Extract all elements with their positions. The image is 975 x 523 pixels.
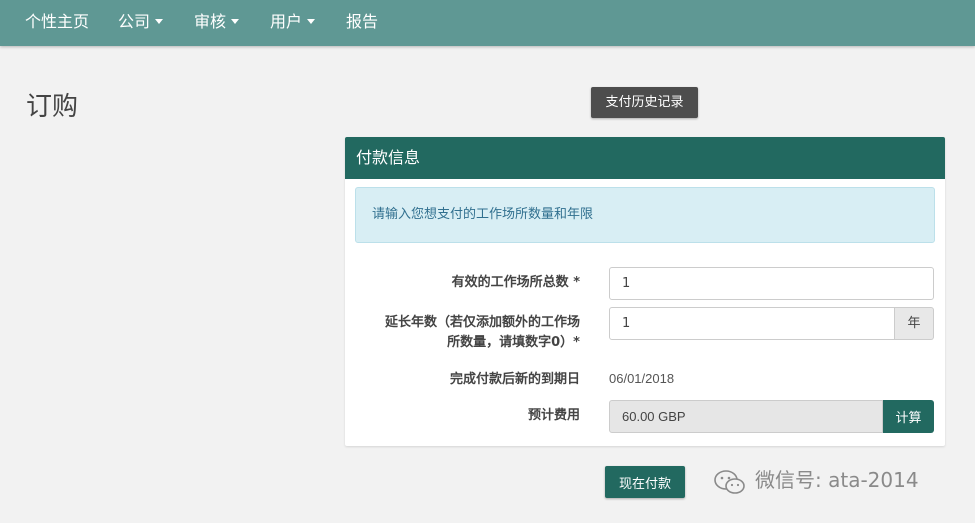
info-alert: 请输入您想支付的工作场所数量和年限 <box>355 187 935 243</box>
nav-item-company[interactable]: 公司 <box>118 0 164 46</box>
nav-item-users[interactable]: 用户 <box>270 0 316 46</box>
years-label-line2: 所数量，请填数字0）* <box>447 335 580 350</box>
payment-history-button[interactable]: 支付历史记录 <box>591 87 698 118</box>
nav-item-label: 审核 <box>194 12 227 31</box>
nav-item-profile[interactable]: 个性主页 <box>25 0 89 46</box>
panel-title: 付款信息 <box>356 148 421 167</box>
watermark-text: 微信号: ata-2014 <box>755 468 919 492</box>
years-label-line1: 延长年数（若仅添加额外的工作场 <box>384 315 580 330</box>
caret-down-icon <box>307 19 316 24</box>
calculate-button[interactable]: 计算 <box>883 400 934 433</box>
nav-item-label: 报告 <box>346 12 379 31</box>
caret-down-icon <box>231 19 240 24</box>
caret-down-icon <box>155 19 164 24</box>
workplaces-label: 有效的工作场所总数 * <box>451 275 580 290</box>
pay-now-button[interactable]: 现在付款 <box>605 466 685 498</box>
payment-info-panel: 付款信息 请输入您想支付的工作场所数量和年限 有效的工作场所总数 * 1 延长年… <box>345 137 945 446</box>
workplaces-input[interactable]: 1 <box>609 267 934 300</box>
cost-field: 60.00 GBP <box>609 400 883 433</box>
nav-item-label: 用户 <box>270 12 303 31</box>
expiry-value: 06/01/2018 <box>609 371 675 386</box>
top-navbar: 个性主页 公司 审核 用户 报告 <box>0 0 975 46</box>
nav-item-label: 个性主页 <box>25 12 90 31</box>
panel-header: 付款信息 <box>345 137 945 179</box>
page-title: 订购 <box>26 92 79 122</box>
nav-item-audit[interactable]: 审核 <box>194 0 240 46</box>
watermark: 微信号: ata-2014 <box>713 464 919 496</box>
years-label: 延长年数（若仅添加额外的工作场 所数量，请填数字0）* <box>345 313 580 353</box>
years-input[interactable]: 1 <box>609 307 895 340</box>
nav-item-label: 公司 <box>118 12 151 31</box>
nav-item-reports[interactable]: 报告 <box>346 0 378 46</box>
wechat-icon <box>714 469 745 494</box>
years-unit-addon: 年 <box>895 307 934 340</box>
cost-label: 预计费用 <box>527 408 580 423</box>
alert-text: 请输入您想支付的工作场所数量和年限 <box>372 207 594 222</box>
expiry-label: 完成付款后新的到期日 <box>449 372 580 387</box>
